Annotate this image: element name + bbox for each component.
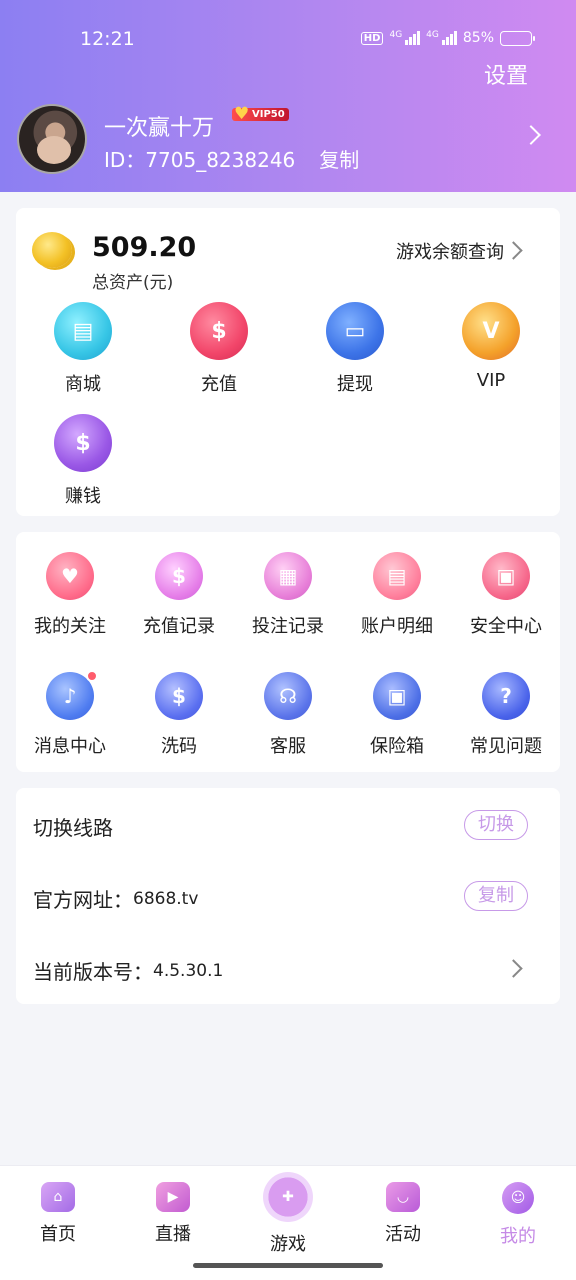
quick-action-label: 商城	[65, 374, 101, 395]
switch-line-row: 切换线路	[33, 812, 528, 841]
quick-action-label: 赚钱	[65, 486, 101, 507]
tab-label: 我的	[500, 1226, 536, 1247]
menu-item-messages[interactable]: ♪ 消息中心	[16, 670, 124, 758]
question-icon: ?	[482, 672, 530, 720]
profile-chevron-icon[interactable]	[521, 125, 541, 145]
official-site-label: 官方网址：	[33, 888, 133, 912]
vip-level-badge: VIP50	[232, 104, 289, 124]
tab-label: 首页	[40, 1224, 76, 1245]
tab-mine[interactable]: ☺ 我的	[478, 1182, 558, 1248]
menu-item-label: 我的关注	[34, 616, 106, 637]
tab-home[interactable]: ⌂ 首页	[18, 1182, 98, 1246]
menu-item-account-detail[interactable]: ▤ 账户明细	[343, 552, 451, 638]
recharge-record-icon: $	[155, 552, 203, 600]
account-detail-icon: ▤	[373, 552, 421, 600]
money-bag-icon: $	[190, 302, 248, 360]
tab-label: 游戏	[270, 1234, 306, 1255]
settings-link[interactable]: 设置	[484, 58, 528, 90]
settings-card: 切换线路 切换 官方网址： 6868.tv 复制 当前版本号： 4.5.30.1	[16, 788, 560, 1004]
chip-icon: $	[155, 672, 203, 720]
battery-percent: 85%	[462, 30, 494, 46]
menu-card: ♥ 我的关注 $ 充值记录 ▦ 投注记录 ▤ 账户明细 ▣ 安全中心 ♪ 消息中…	[16, 532, 560, 772]
menu-item-label: 充值记录	[143, 616, 215, 637]
smile-icon: ☺	[502, 1182, 534, 1214]
menu-item-label: 安全中心	[470, 616, 542, 637]
menu-item-label: 保险箱	[370, 736, 424, 757]
balance-card: 509.20 总资产(元) 游戏余额查询 ▤ 商城 $ 充值 ▭ 提现 V VI…	[16, 208, 560, 516]
menu-item-label: 客服	[270, 736, 306, 757]
bell-icon: ♪	[46, 670, 98, 720]
quick-action-shop[interactable]: ▤ 商城	[33, 302, 133, 396]
gift-icon: ◡	[386, 1182, 420, 1212]
profile-header: 12:21 HD 4G 4G 85% 设置 一次赢十万 VIP50 ID：770…	[0, 0, 576, 192]
quick-action-earn[interactable]: $ 赚钱	[33, 414, 133, 508]
quick-action-label: 提现	[337, 374, 373, 395]
quick-action-label: 充值	[201, 374, 237, 395]
menu-item-rebate[interactable]: $ 洗码	[125, 672, 233, 758]
shop-icon: ▤	[54, 302, 112, 360]
balance-amount: 509.20	[92, 232, 197, 263]
quick-action-withdraw[interactable]: ▭ 提现	[305, 302, 405, 396]
gamepad-icon: ✚	[263, 1172, 313, 1222]
headset-icon: ☊	[264, 672, 312, 720]
home-icon: ⌂	[41, 1182, 75, 1212]
heart-icon: ♥	[46, 552, 94, 600]
tab-activity[interactable]: ◡ 活动	[363, 1182, 443, 1246]
menu-item-recharge-record[interactable]: $ 充值记录	[125, 552, 233, 638]
menu-item-bet-record[interactable]: ▦ 投注记录	[234, 552, 342, 638]
vip-icon: V	[462, 302, 520, 360]
menu-item-label: 洗码	[161, 736, 197, 757]
user-id: ID：7705_8238246	[104, 148, 296, 172]
bet-record-icon: ▦	[264, 552, 312, 600]
status-icons: HD 4G 4G 85%	[360, 30, 535, 46]
menu-item-label: 消息中心	[34, 736, 106, 757]
menu-item-faq[interactable]: ? 常见问题	[452, 672, 560, 758]
switch-line-label: 切换线路	[33, 816, 113, 840]
status-time: 12:21	[80, 28, 135, 50]
copy-site-button[interactable]: 复制	[464, 881, 528, 911]
balance-label: 总资产(元)	[92, 273, 174, 293]
version-row[interactable]: 当前版本号： 4.5.30.1	[33, 956, 528, 985]
menu-item-security[interactable]: ▣ 安全中心	[452, 552, 560, 638]
switch-line-button[interactable]: 切换	[464, 810, 528, 840]
chevron-right-icon[interactable]	[504, 241, 523, 260]
security-icon: ▣	[482, 552, 530, 600]
quick-action-label: VIP	[476, 370, 506, 391]
card-icon: ▭	[326, 302, 384, 360]
quick-action-recharge[interactable]: $ 充值	[169, 302, 269, 396]
nickname: 一次赢十万	[104, 116, 215, 141]
network-label-2: 4G	[426, 30, 439, 40]
hd-icon: HD	[360, 31, 384, 45]
tab-game[interactable]: ✚ 游戏	[248, 1172, 328, 1256]
coin-icon	[32, 230, 76, 270]
safe-icon: ▣	[373, 672, 421, 720]
game-balance-query-link[interactable]: 游戏余额查询	[396, 238, 504, 264]
official-site-row: 官方网址： 6868.tv	[33, 884, 528, 913]
official-site-value: 6868.tv	[133, 888, 199, 909]
version-label: 当前版本号：	[33, 960, 153, 984]
tab-label: 活动	[385, 1224, 421, 1245]
menu-item-label: 账户明细	[361, 616, 433, 637]
network-label-1: 4G	[389, 30, 403, 40]
tab-live[interactable]: ▶ 直播	[133, 1182, 213, 1246]
menu-item-safe-box[interactable]: ▣ 保险箱	[343, 672, 451, 758]
tab-label: 直播	[155, 1224, 191, 1245]
video-icon: ▶	[156, 1182, 190, 1212]
notification-dot	[86, 670, 98, 682]
signal-icon	[405, 31, 421, 45]
user-id-row: ID：7705_8238246 复制	[104, 144, 359, 173]
avatar[interactable]	[17, 104, 87, 174]
copy-id-button[interactable]: 复制	[319, 144, 359, 173]
menu-item-customer-service[interactable]: ☊ 客服	[234, 672, 342, 758]
home-indicator[interactable]	[193, 1263, 383, 1268]
menu-item-label: 常见问题	[470, 736, 542, 757]
menu-item-follows[interactable]: ♥ 我的关注	[16, 552, 124, 638]
menu-item-label: 投注记录	[252, 616, 324, 637]
quick-action-vip[interactable]: V VIP	[441, 302, 541, 391]
signal-icon-2	[441, 31, 457, 45]
battery-icon	[500, 30, 535, 46]
version-value: 4.5.30.1	[153, 960, 224, 981]
earn-bag-icon: $	[54, 414, 112, 472]
